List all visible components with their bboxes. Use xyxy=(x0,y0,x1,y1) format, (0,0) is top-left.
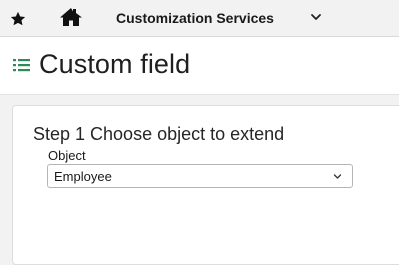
page-header: Custom field xyxy=(0,37,399,95)
step-title: Step 1 Choose object to extend xyxy=(33,124,285,144)
chevron-down-icon xyxy=(333,174,342,179)
list-icon xyxy=(13,59,30,72)
top-nav-bar: Customization Services xyxy=(0,0,399,37)
star-icon[interactable] xyxy=(9,10,27,28)
wizard-panel: Step 1 Choose object to extend Object Em… xyxy=(12,105,399,265)
object-select-value: Employee xyxy=(54,169,112,184)
home-icon[interactable] xyxy=(59,7,83,27)
object-select[interactable]: Employee xyxy=(47,164,353,188)
content-area: Step 1 Choose object to extend Object Em… xyxy=(0,95,399,265)
chevron-down-icon[interactable] xyxy=(310,12,322,22)
app-title[interactable]: Customization Services xyxy=(116,10,274,26)
object-label: Object xyxy=(48,148,86,163)
page-title: Custom field xyxy=(39,49,191,79)
